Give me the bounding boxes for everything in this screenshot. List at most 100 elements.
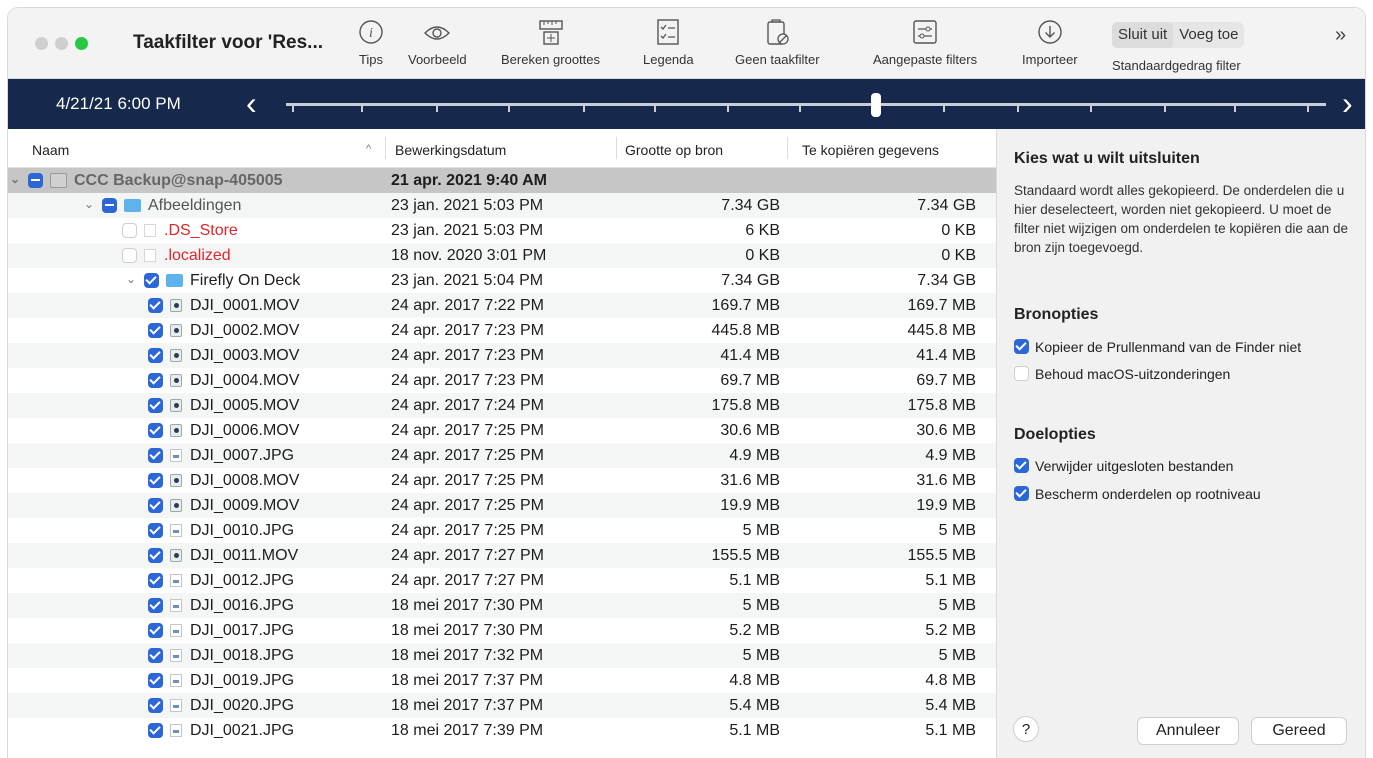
row-size: 5 MB	[742, 647, 780, 664]
eye-icon	[424, 26, 451, 40]
row-checkbox[interactable]	[148, 423, 163, 438]
option-skip-finder-trash[interactable]: Kopieer de Prullenmand van de Finder nie…	[1014, 337, 1301, 355]
table-row[interactable]: DJI_0006.MOV 24 apr. 2017 7:25 PM 30.6 MB 3…	[8, 418, 996, 443]
row-date: 18 mei 2017 7:30 PM	[391, 597, 544, 614]
timeline-tick	[508, 106, 510, 112]
option-keep-macos-exclusions[interactable]: Behoud macOS-uitzonderingen	[1014, 364, 1230, 382]
table-row[interactable]: DJI_0001.MOV 24 apr. 2017 7:22 PM 169.7 MB…	[8, 293, 996, 318]
column-header-name[interactable]: Naam	[32, 142, 69, 158]
row-checkbox[interactable]	[148, 348, 163, 363]
checkbox-delete-excluded[interactable]	[1014, 458, 1029, 473]
option-delete-excluded[interactable]: Verwijder uitgesloten bestanden	[1014, 456, 1233, 474]
table-row[interactable]: DJI_0009.MOV 24 apr. 2017 7:25 PM 19.9 MB 1…	[8, 493, 996, 518]
row-checkbox[interactable]	[148, 498, 163, 513]
checkbox-skip-finder-trash[interactable]	[1014, 339, 1029, 354]
table-row[interactable]: DJI_0003.MOV 24 apr. 2017 7:23 PM 41.4 MB 4…	[8, 343, 996, 368]
row-checkbox[interactable]	[148, 548, 163, 563]
row-checkbox[interactable]	[102, 198, 117, 213]
zoom-window-button[interactable]	[75, 37, 88, 50]
table-row[interactable]: DJI_0017.JPG 18 mei 2017 7:30 PM 5.2 MB 5.2…	[8, 618, 996, 643]
row-checkbox[interactable]	[144, 273, 159, 288]
row-date: 18 mei 2017 7:32 PM	[391, 647, 544, 664]
include-segment[interactable]: Voeg toe	[1173, 22, 1244, 48]
row-checkbox[interactable]	[148, 373, 163, 388]
table-row[interactable]: DJI_0007.JPG 24 apr. 2017 7:25 PM 4.9 MB 4.…	[8, 443, 996, 468]
table-row[interactable]: DJI_0018.JPG 18 mei 2017 7:32 PM 5 MB 5 MB	[8, 643, 996, 668]
preview-label: Voorbeeld	[408, 52, 467, 67]
disclosure-chevron-icon[interactable]: ⌄	[126, 272, 136, 286]
row-copy-size: 5 MB	[938, 597, 976, 614]
row-checkbox[interactable]	[148, 723, 163, 738]
row-checkbox[interactable]	[148, 323, 163, 338]
timeline-prev-button[interactable]: ‹	[246, 85, 257, 122]
table-row[interactable]: DJI_0002.MOV 24 apr. 2017 7:23 PM 445.8 MB…	[8, 318, 996, 343]
disclosure-chevron-icon[interactable]: ⌄	[10, 172, 20, 186]
table-row[interactable]: DJI_0016.JPG 18 mei 2017 7:30 PM 5 MB 5 MB	[8, 593, 996, 618]
row-copy-size: 155.5 MB	[907, 547, 976, 564]
row-copy-size: 445.8 MB	[907, 322, 976, 339]
row-checkbox[interactable]	[148, 648, 163, 663]
checkbox-keep-macos-exclusions[interactable]	[1014, 366, 1029, 381]
toolbar-overflow-button[interactable]: »	[1335, 24, 1346, 47]
minimize-window-button[interactable]	[55, 37, 68, 50]
timeline-next-button[interactable]: ›	[1342, 85, 1353, 122]
column-header-date[interactable]: Bewerkingsdatum	[395, 142, 506, 158]
done-button[interactable]: Gereed	[1251, 717, 1347, 745]
import-button[interactable]: Importeer	[1022, 16, 1078, 67]
help-button[interactable]: ?	[1013, 716, 1039, 742]
table-row[interactable]: ⌄ Firefly On Deck 23 jan. 2021 5:04 PM 7.34…	[8, 268, 996, 293]
option-protect-root-items[interactable]: Bescherm onderdelen op rootniveau	[1014, 484, 1261, 502]
row-checkbox[interactable]	[148, 398, 163, 413]
row-checkbox[interactable]	[148, 448, 163, 463]
row-checkbox[interactable]	[122, 248, 137, 263]
row-checkbox[interactable]	[148, 623, 163, 638]
table-row[interactable]: ⌄ CCC Backup@snap-405005 21 apr. 2021 9:40…	[8, 168, 996, 193]
no-task-filter-button[interactable]: Geen taakfilter	[735, 16, 820, 67]
legend-button[interactable]: Legenda	[643, 16, 694, 67]
row-checkbox[interactable]	[148, 598, 163, 613]
sliders-icon	[913, 20, 937, 44]
table-row[interactable]: DJI_0004.MOV 24 apr. 2017 7:23 PM 69.7 MB 6…	[8, 368, 996, 393]
row-checkbox[interactable]	[148, 573, 163, 588]
table-row[interactable]: DJI_0011.MOV 24 apr. 2017 7:27 PM 155.5 MB…	[8, 543, 996, 568]
timeline-slider-thumb[interactable]	[871, 93, 881, 117]
tips-button[interactable]: i Tips	[354, 16, 388, 67]
table-row[interactable]: DJI_0008.MOV 24 apr. 2017 7:25 PM 31.6 MB 3…	[8, 468, 996, 493]
disclosure-chevron-icon[interactable]: ⌄	[84, 197, 94, 211]
table-row[interactable]: .DS_Store 23 jan. 2021 5:03 PM 6 KB 0 KB	[8, 218, 996, 243]
row-date: 24 apr. 2017 7:27 PM	[391, 547, 544, 564]
timeline-track[interactable]	[286, 103, 1326, 106]
row-checkbox[interactable]	[28, 173, 43, 188]
calculate-sizes-button[interactable]: Bereken groottes	[501, 16, 600, 67]
row-checkbox[interactable]	[148, 523, 163, 538]
row-size: 41.4 MB	[720, 347, 780, 364]
cancel-button[interactable]: Annuleer	[1137, 717, 1239, 745]
row-checkbox[interactable]	[148, 298, 163, 313]
table-row[interactable]: ⌄ Afbeeldingen 23 jan. 2021 5:03 PM 7.34 GB…	[8, 193, 996, 218]
column-header-size[interactable]: Grootte op bron	[625, 142, 723, 158]
checkbox-protect-root-items[interactable]	[1014, 486, 1029, 501]
preview-button[interactable]: Voorbeeld	[408, 16, 467, 67]
row-checkbox[interactable]	[148, 673, 163, 688]
row-checkbox[interactable]	[122, 223, 137, 238]
calculate-sizes-label: Bereken groottes	[501, 52, 601, 67]
table-row[interactable]: DJI_0012.JPG 24 apr. 2017 7:27 PM 5.1 MB 5.…	[8, 568, 996, 593]
import-label: Importeer	[1022, 52, 1078, 67]
column-header-copy[interactable]: Te kopiëren gegevens	[802, 142, 939, 158]
table-row[interactable]: DJI_0019.JPG 18 mei 2017 7:37 PM 4.8 MB 4.8…	[8, 668, 996, 693]
table-row[interactable]: DJI_0020.JPG 18 mei 2017 7:37 PM 5.4 MB 5.4…	[8, 693, 996, 718]
exclude-segment[interactable]: Sluit uit	[1112, 22, 1174, 48]
table-row[interactable]: .localized 18 nov. 2020 3:01 PM 0 KB 0 KB	[8, 243, 996, 268]
row-checkbox[interactable]	[148, 473, 163, 488]
task-filter-window: Taakfilter voor 'Res... i Tips Voorbeeld…	[8, 8, 1365, 758]
custom-filters-button[interactable]: Aangepaste filters	[873, 16, 977, 67]
info-icon: i	[359, 20, 383, 44]
close-window-button[interactable]	[35, 37, 48, 50]
row-name: DJI_0010.JPG	[190, 522, 295, 539]
row-name: DJI_0021.JPG	[190, 722, 295, 739]
table-row[interactable]: DJI_0021.JPG 18 mei 2017 7:39 PM 5.1 MB 5.1…	[8, 718, 996, 743]
table-row[interactable]: DJI_0005.MOV 24 apr. 2017 7:24 PM 175.8 MB…	[8, 393, 996, 418]
row-checkbox[interactable]	[148, 698, 163, 713]
table-row[interactable]: DJI_0010.JPG 24 apr. 2017 7:25 PM 5 MB 5 MB	[8, 518, 996, 543]
row-copy-size: 41.4 MB	[916, 347, 976, 364]
